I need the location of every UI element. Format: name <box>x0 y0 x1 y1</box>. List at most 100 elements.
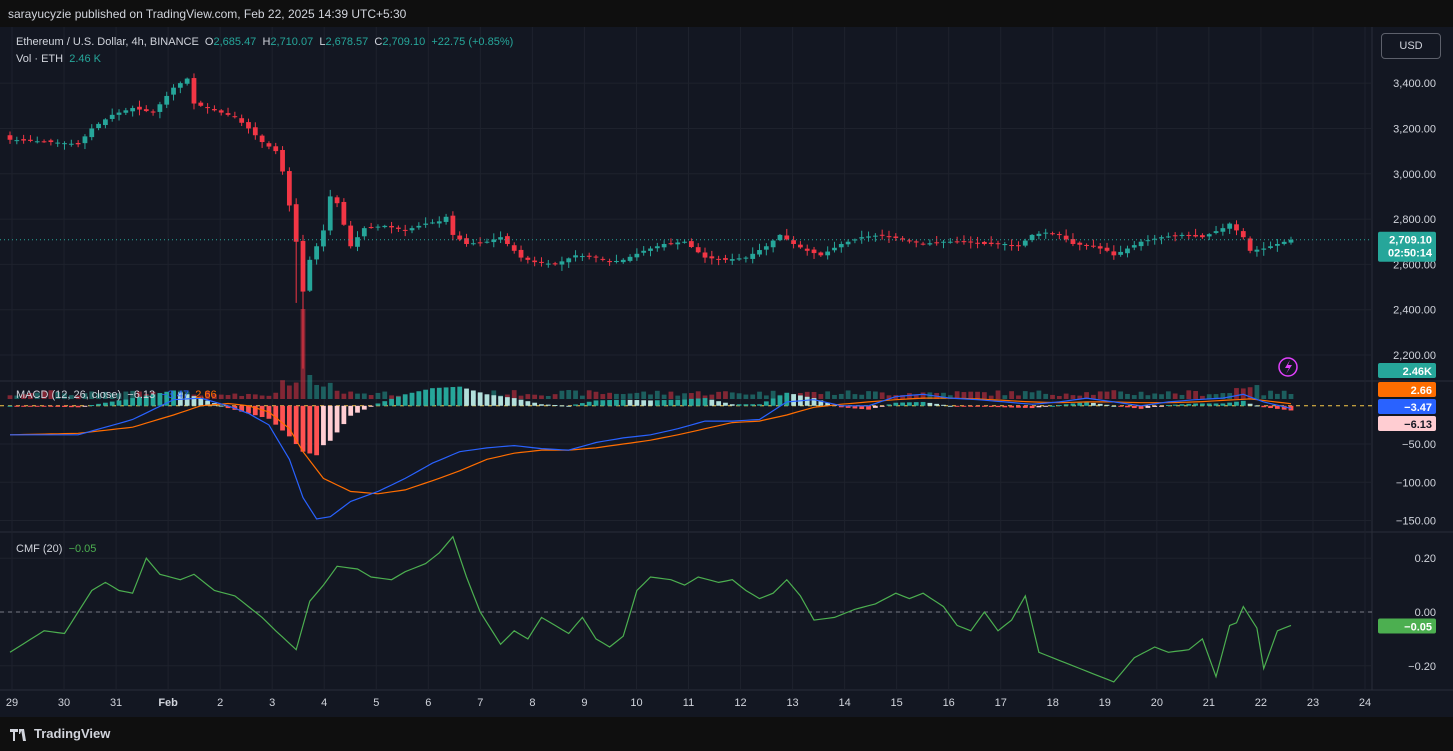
macd-hist-bar <box>688 398 694 406</box>
candle <box>511 242 517 254</box>
time-tick-label: 11 <box>683 697 694 709</box>
macd-hist-bar <box>341 405 347 425</box>
candle <box>981 240 987 246</box>
macd-hist-bar <box>648 400 653 406</box>
volume-bar <box>1029 392 1035 399</box>
candle-body <box>620 259 626 263</box>
candle-body <box>1125 248 1130 254</box>
candle-body <box>886 236 892 238</box>
close-value: 2,709.10 <box>382 36 426 48</box>
volume-bar <box>1274 393 1280 399</box>
candle-body <box>137 106 142 110</box>
candle-body <box>416 225 422 228</box>
candle <box>157 101 163 119</box>
candle <box>1063 229 1069 243</box>
candle <box>450 211 456 241</box>
volume-bar <box>838 393 844 399</box>
candle-body <box>1016 245 1021 247</box>
volume-bars <box>7 309 1294 399</box>
change-value: +22.75 (+0.85%) <box>431 36 514 48</box>
macd-hist-bar <box>1145 405 1151 408</box>
macd-hist-bar <box>1206 403 1212 406</box>
candle-body <box>1172 235 1178 237</box>
macd-hist-bar <box>791 394 796 406</box>
volume-bar <box>607 392 613 399</box>
candle-body <box>525 257 531 260</box>
macd-hist-bar <box>21 405 27 407</box>
volume-bar <box>1118 391 1124 399</box>
candle-body <box>1220 228 1226 232</box>
macd-hist-bar <box>552 405 558 407</box>
macd-hist-bar <box>116 400 122 406</box>
volume-bar <box>682 393 687 399</box>
candle-body <box>770 240 776 248</box>
time-tick-label: 20 <box>1151 697 1163 709</box>
volume-bar <box>832 394 837 399</box>
volume-bar <box>586 390 592 399</box>
candle-body <box>1056 234 1062 236</box>
candle <box>198 100 204 107</box>
time-tick-label: Feb <box>158 697 178 709</box>
candle <box>961 235 967 245</box>
candle <box>1036 231 1042 240</box>
volume-badge-text: 2.46K <box>1403 366 1432 378</box>
cmf-label[interactable]: CMF (20) <box>16 543 62 555</box>
time-tick-label: 14 <box>838 697 850 709</box>
price-tick-label: 2,200.00 <box>1393 350 1436 362</box>
candle <box>757 243 762 257</box>
candle-body <box>702 252 708 258</box>
candle <box>859 230 865 244</box>
volume-bar <box>579 395 585 399</box>
macd-hist-bar <box>1097 403 1103 406</box>
macd-hist-bar <box>75 405 81 408</box>
candle <box>566 257 572 268</box>
candle-body <box>34 141 40 143</box>
candle-body <box>784 235 790 240</box>
candle-body <box>1281 241 1287 244</box>
candle-body <box>470 243 476 245</box>
volume-bar <box>532 394 538 399</box>
candle <box>573 250 578 262</box>
macd-hist-bar <box>988 405 994 407</box>
candle-body <box>1193 235 1198 237</box>
candle-body <box>450 215 456 235</box>
macd-hist-bar <box>34 405 40 407</box>
candle-body <box>396 227 401 229</box>
macd-hist-bar <box>1247 403 1253 406</box>
volume-bar <box>389 395 394 399</box>
volume-bar <box>511 390 517 399</box>
macd-hist-bar <box>368 405 374 407</box>
candle <box>1193 228 1198 238</box>
candle <box>1091 239 1096 249</box>
candle-body <box>402 229 408 231</box>
candle-body <box>736 258 742 260</box>
volume-bar <box>1063 393 1069 399</box>
candle <box>75 140 81 148</box>
candle-body <box>477 242 483 244</box>
candle-body <box>368 227 374 229</box>
macd-hist-bar <box>511 398 517 406</box>
candle-body <box>198 102 204 106</box>
macd-hist-bar <box>280 405 285 431</box>
volume-label[interactable]: Vol · ETH <box>16 53 63 65</box>
open-value: 2,685.47 <box>213 36 257 48</box>
currency-button[interactable]: USD <box>1381 33 1441 59</box>
macd-hist-bar <box>682 399 687 406</box>
volume-bar <box>614 393 619 399</box>
volume-bar <box>518 395 524 399</box>
candle <box>382 224 388 229</box>
chart-canvas[interactable]: 29 30 31 Feb 2 3 4 5 6 7 8 9 10 11 12 13 14 15 16 17 18 19 20 2… <box>0 27 1453 717</box>
macd-hist-bar <box>723 402 728 406</box>
candle-body <box>423 223 429 225</box>
candle-body <box>334 197 340 204</box>
macd-label[interactable]: MACD (12, 26, close) <box>16 389 121 401</box>
candle-body <box>934 242 940 244</box>
candle-body <box>975 242 980 244</box>
macd-hist-bar <box>518 399 524 406</box>
time-tick-label: 21 <box>1203 697 1215 709</box>
candle-body <box>123 110 129 113</box>
macd-hist-bar <box>736 404 742 406</box>
symbol-title[interactable]: Ethereum / U.S. Dollar, 4h, BINANCE <box>16 36 199 48</box>
tradingview-logo[interactable]: TradingView <box>10 726 110 741</box>
macd-hist-bar <box>1165 405 1171 407</box>
